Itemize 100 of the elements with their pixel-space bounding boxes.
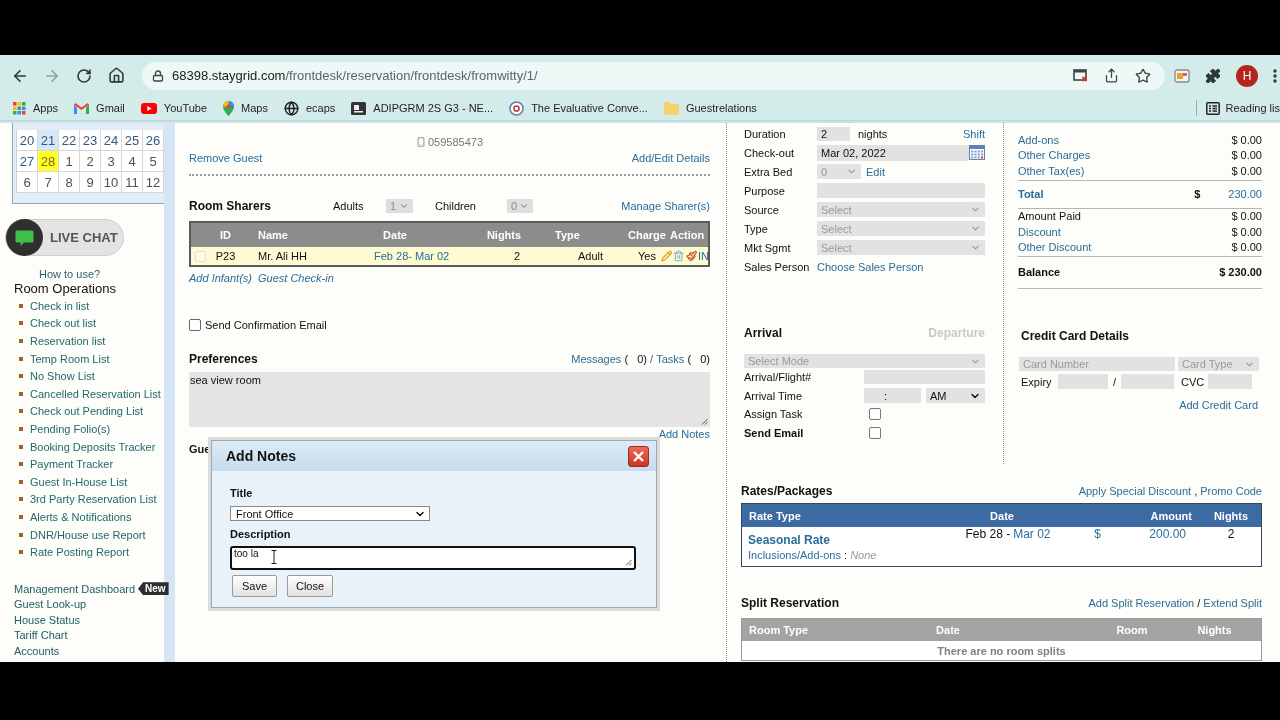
- help-link[interactable]: How to use?: [39, 267, 101, 281]
- address-bar[interactable]: 68398.staygrid.com/frontdesk/reservation/frontdesk/fromwitty/1/: [142, 61, 1165, 90]
- checkbox[interactable]: [869, 426, 881, 439]
- calendar-day[interactable]: 7: [38, 172, 59, 193]
- extension-window-icon[interactable]: [1174, 68, 1190, 83]
- calendar-icon[interactable]: [969, 145, 985, 160]
- calendar-day[interactable]: 27: [17, 151, 38, 172]
- room-operations-link[interactable]: Check out list: [30, 317, 97, 330]
- charge-link[interactable]: Other Charges: [1018, 149, 1091, 162]
- room-operations-link[interactable]: DNR/House use Report: [30, 528, 146, 541]
- charge-link[interactable]: Other Tax(es): [1018, 164, 1085, 177]
- close-button[interactable]: [628, 445, 649, 467]
- calendar-day[interactable]: 8: [59, 172, 80, 193]
- calendar-day[interactable]: 10: [101, 172, 122, 193]
- blocked-window-icon[interactable]: [1073, 69, 1088, 82]
- calendar-day[interactable]: 12: [143, 172, 164, 193]
- calendar-day[interactable]: 5: [143, 151, 164, 172]
- description-field[interactable]: too la: [230, 546, 636, 570]
- calendar-day[interactable]: 26: [143, 130, 164, 151]
- calendar-day[interactable]: 11: [122, 172, 143, 193]
- room-operations-link[interactable]: Reservation list: [30, 335, 106, 347]
- profile-avatar[interactable]: H: [1236, 64, 1258, 87]
- choose-person-link[interactable]: Choose Sales Person: [817, 260, 924, 273]
- bookmark-link[interactable]: The Evaluative Conve...: [501, 97, 656, 119]
- puzzle-icon[interactable]: [1205, 67, 1221, 84]
- close-button[interactable]: Close: [287, 575, 333, 597]
- calendar-day[interactable]: 22: [59, 130, 80, 151]
- calendar-day[interactable]: 28: [38, 151, 59, 172]
- bookmark-link[interactable]: ADIPGRM 2S G3 - NE...: [343, 97, 502, 119]
- manage-sharers-link[interactable]: Manage Sharer(s): [621, 200, 710, 212]
- room-operations-link[interactable]: Cancelled Reservation List: [30, 387, 161, 400]
- navigation-link[interactable]: Tariff Chart: [14, 629, 68, 642]
- charge-link[interactable]: Add-ons: [1018, 133, 1059, 146]
- navigation-link[interactable]: Management Dashboard: [14, 582, 136, 595]
- menu-icon[interactable]: [1273, 68, 1277, 83]
- live-chat-button[interactable]: LIVE CHAT: [5, 219, 124, 256]
- add-card-link[interactable]: Add Credit Card: [1179, 399, 1258, 411]
- room-operations-link[interactable]: Payment Tracker: [30, 458, 114, 471]
- bookmark-link[interactable]: ecaps: [275, 97, 344, 119]
- room-operations-link[interactable]: 3rd Party Reservation List: [30, 493, 157, 506]
- brush-icon[interactable]: [685, 250, 697, 262]
- add-split-link[interactable]: Add Split Reservation: [1088, 597, 1195, 609]
- bookmark-link[interactable]: Gmail: [66, 97, 133, 119]
- table-row[interactable]: P23 Mr. Ali HH Feb 28- Mar 02 2 Adult Yes IN: [191, 247, 708, 265]
- period-select[interactable]: AM: [926, 388, 985, 404]
- room-operations-link[interactable]: No Show List: [30, 370, 95, 383]
- date-link[interactable]: Feb 28- Mar 02: [374, 250, 450, 262]
- calendar-day[interactable]: 1: [59, 151, 80, 172]
- sharer-link[interactable]: Guest Check-in: [258, 272, 334, 284]
- room-operations-link[interactable]: Temp Room List: [30, 352, 110, 365]
- flight-input[interactable]: [864, 370, 985, 385]
- rate-link[interactable]: Seasonal Rate: [748, 532, 831, 547]
- calendar-day[interactable]: 24: [101, 130, 122, 151]
- calendar-day[interactable]: 21: [38, 130, 59, 151]
- cvc-field[interactable]: [1208, 374, 1252, 389]
- expiry-month-field[interactable]: [1058, 374, 1108, 389]
- promo-code-link[interactable]: Promo Code: [1200, 485, 1262, 497]
- expiry-year-field[interactable]: [1121, 374, 1174, 389]
- guest-link[interactable]: Add/Edit Details: [631, 152, 710, 164]
- add-notes-link[interactable]: Add Notes: [658, 428, 710, 440]
- duration-input[interactable]: 2: [817, 126, 850, 141]
- room-operations-link[interactable]: Pending Folio(s): [30, 422, 111, 435]
- shift-link[interactable]: Shift: [963, 127, 985, 140]
- payment-link[interactable]: Other Discount: [1018, 241, 1092, 254]
- confirmation-checkbox[interactable]: [189, 319, 201, 331]
- calendar-day[interactable]: 4: [122, 151, 143, 172]
- preferences-field[interactable]: sea view room: [189, 372, 710, 427]
- navigation-link[interactable]: Guest Look-up: [14, 598, 87, 611]
- room-operations-link[interactable]: Check out Pending List: [30, 405, 144, 418]
- payment-link[interactable]: Discount: [1018, 225, 1061, 238]
- checkout-date-field[interactable]: Mar 02, 2022: [817, 144, 969, 161]
- purpose-input[interactable]: [817, 183, 985, 198]
- inclusions-link[interactable]: Inclusions/Add-ons: [748, 548, 841, 561]
- calendar-day[interactable]: 23: [80, 130, 101, 151]
- special-discount-link[interactable]: Apply Special Discount: [1078, 485, 1192, 497]
- row-checkbox[interactable]: [194, 250, 206, 262]
- bookmark-link[interactable]: Guestrelations: [655, 97, 765, 119]
- counter-link[interactable]: Messages: [571, 353, 622, 365]
- calendar-day[interactable]: 9: [80, 172, 101, 193]
- status-link[interactable]: IN: [698, 250, 709, 262]
- star-icon[interactable]: [1135, 67, 1151, 84]
- sharer-link[interactable]: Add Infant(s): [189, 272, 252, 284]
- room-operations-link[interactable]: Alerts & Notifications: [30, 510, 132, 523]
- save-button[interactable]: Save: [232, 575, 277, 597]
- home-icon[interactable]: [107, 67, 125, 84]
- date-link[interactable]: Mar 02: [1013, 527, 1051, 541]
- reload-icon[interactable]: [76, 67, 92, 84]
- calendar-day[interactable]: 2: [80, 151, 101, 172]
- guest-link[interactable]: Remove Guest: [189, 152, 263, 164]
- room-operations-link[interactable]: Check in list: [30, 299, 90, 312]
- bookmark-link[interactable]: Maps: [215, 97, 276, 119]
- navigation-link[interactable]: House Status: [14, 613, 81, 626]
- total-link[interactable]: Total: [1018, 187, 1044, 200]
- room-operations-link[interactable]: Booking Deposits Tracker: [30, 440, 156, 453]
- calendar-day[interactable]: 20: [17, 130, 38, 151]
- title-select[interactable]: Front Office: [230, 506, 430, 521]
- checkbox[interactable]: [869, 408, 881, 421]
- extend-split-link[interactable]: Extend Split: [1203, 597, 1262, 609]
- total-amount[interactable]: 230.00: [1228, 187, 1262, 200]
- calendar-day[interactable]: 6: [17, 172, 38, 193]
